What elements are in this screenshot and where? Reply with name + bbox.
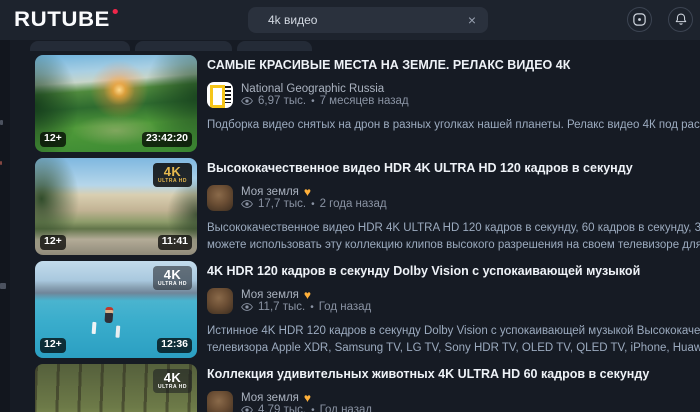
video-age: 2 года назад bbox=[320, 198, 387, 210]
channel-name[interactable]: Моя земля bbox=[241, 289, 299, 301]
age-rating-badge: 12+ bbox=[40, 132, 66, 147]
notifications-button[interactable] bbox=[668, 7, 693, 32]
views-eye-icon bbox=[241, 405, 253, 412]
top-header: RUTUBE × bbox=[0, 0, 700, 40]
channel-avatar-photo[interactable] bbox=[207, 185, 233, 211]
bell-icon bbox=[674, 12, 688, 27]
channel-name[interactable]: Моя земля bbox=[241, 392, 299, 404]
duration-badge: 23:42:20 bbox=[142, 132, 192, 147]
4k-ultra-hd-badge: 4K ULTRA HD bbox=[153, 369, 192, 393]
video-meta: 4,79 тыс. • Год назад bbox=[241, 404, 372, 412]
age-rating-badge: 12+ bbox=[40, 338, 66, 353]
video-title[interactable]: Высококачественное видео HDR 4K ULTRA HD… bbox=[207, 160, 700, 177]
channel-avatar-photo[interactable] bbox=[207, 288, 233, 314]
video-description: Высококачественное видео HDR 4K ULTRA HD… bbox=[207, 220, 700, 254]
channel-row[interactable]: Моя земля ♥ 17,7 тыс. • 2 года назад bbox=[207, 185, 700, 211]
rutube-logo[interactable]: RUTUBE bbox=[14, 8, 117, 32]
description-line: Высококачественное видео HDR 4K ULTRA HD… bbox=[207, 220, 700, 237]
channel-name[interactable]: National Geographic Russia bbox=[241, 83, 384, 95]
video-title[interactable]: 4K HDR 120 кадров в секунду Dolby Vision… bbox=[207, 263, 700, 280]
views-eye-icon bbox=[241, 302, 253, 312]
4k-ultra-hd-badge: 4K ULTRA HD bbox=[153, 266, 192, 290]
description-line: Подборка видео снятых на дрон в разных у… bbox=[207, 117, 700, 134]
video-thumbnail[interactable]: 4K ULTRA HD bbox=[35, 364, 197, 412]
views-count: 11,7 тыс. bbox=[258, 301, 305, 313]
views-count: 6,97 тыс. bbox=[258, 95, 306, 107]
search-results: 12+ 23:42:20 САМЫЕ КРАСИВЫЕ МЕСТА НА ЗЕМ… bbox=[0, 40, 700, 412]
video-meta: 11,7 тыс. • Год назад bbox=[241, 301, 371, 313]
filter-chip[interactable] bbox=[30, 41, 130, 51]
video-age: 7 месяцев назад bbox=[320, 95, 409, 107]
meta-separator: • bbox=[311, 96, 315, 107]
views-count: 4,79 тыс. bbox=[258, 404, 306, 412]
meta-separator: • bbox=[311, 405, 315, 412]
video-card: 4K ULTRA HD 12+ 12:36 4K HDR 120 кадров … bbox=[35, 261, 700, 358]
4k-ultra-hd-badge: 4K ULTRA HD bbox=[153, 163, 192, 187]
channel-avatar-photo[interactable] bbox=[207, 391, 233, 412]
filter-chips-row bbox=[30, 41, 700, 51]
views-eye-icon bbox=[241, 96, 253, 106]
search-bar[interactable]: × bbox=[248, 7, 488, 33]
channel-name[interactable]: Моя земля bbox=[241, 186, 299, 198]
duration-badge: 12:36 bbox=[157, 338, 192, 353]
video-thumbnail[interactable]: 4K ULTRA HD 12+ 12:36 bbox=[35, 261, 197, 358]
filter-chip[interactable] bbox=[237, 41, 312, 51]
meta-separator: • bbox=[311, 199, 315, 210]
rutube-logo-text: RUTUBE bbox=[14, 8, 110, 32]
description-line: Истинное 4K HDR 120 кадров в секунду Dol… bbox=[207, 323, 700, 340]
sidebar-edge-fragment bbox=[0, 283, 6, 289]
filter-chip[interactable] bbox=[135, 41, 232, 51]
video-card: 12+ 23:42:20 САМЫЕ КРАСИВЫЕ МЕСТА НА ЗЕМ… bbox=[35, 55, 700, 152]
video-card: 4K ULTRA HD Коллекция удивительных живот… bbox=[35, 364, 700, 412]
video-description: Истинное 4K HDR 120 кадров в секунду Dol… bbox=[207, 323, 700, 357]
record-camera-icon bbox=[632, 12, 647, 27]
views-eye-icon bbox=[241, 199, 253, 209]
upload-video-button[interactable] bbox=[627, 7, 652, 32]
channel-row[interactable]: Моя земля ♥ 11,7 тыс. • Год назад bbox=[207, 288, 700, 314]
video-age: Год назад bbox=[320, 404, 373, 412]
video-card: 4K ULTRA HD 12+ 11:41 Высококачественное… bbox=[35, 158, 700, 255]
age-rating-badge: 12+ bbox=[40, 235, 66, 250]
description-line: телевизора Apple XDR, Samsung TV, LG TV,… bbox=[207, 340, 700, 357]
search-clear-icon[interactable]: × bbox=[466, 13, 478, 27]
video-description: Подборка видео снятых на дрон в разных у… bbox=[207, 117, 700, 134]
video-title[interactable]: САМЫЕ КРАСИВЫЕ МЕСТА НА ЗЕМЛЕ. РЕЛАКС ВИ… bbox=[207, 57, 700, 74]
meta-separator: • bbox=[310, 302, 314, 313]
sidebar-clipped-edge bbox=[0, 40, 10, 412]
views-count: 17,7 тыс. bbox=[258, 198, 306, 210]
channel-row[interactable]: Моя земля ♥ 4,79 тыс. • Год назад bbox=[207, 391, 700, 412]
channel-avatar-natgeo[interactable] bbox=[207, 82, 233, 108]
video-thumbnail[interactable]: 12+ 23:42:20 bbox=[35, 55, 197, 152]
duration-badge: 11:41 bbox=[158, 235, 192, 250]
yellow-heart-icon: ♥ bbox=[304, 392, 311, 404]
logo-red-dot-icon bbox=[112, 9, 117, 14]
sidebar-edge-fragment bbox=[0, 120, 3, 125]
sidebar-edge-fragment bbox=[0, 161, 2, 165]
yellow-heart-icon: ♥ bbox=[304, 289, 311, 301]
video-meta: 6,97 тыс. • 7 месяцев назад bbox=[241, 95, 409, 107]
description-line: можете использовать эту коллекцию клипов… bbox=[207, 237, 700, 254]
video-meta: 17,7 тыс. • 2 года назад bbox=[241, 198, 387, 210]
header-actions bbox=[627, 7, 693, 32]
video-thumbnail[interactable]: 4K ULTRA HD 12+ 11:41 bbox=[35, 158, 197, 255]
yellow-heart-icon: ♥ bbox=[304, 186, 311, 198]
video-age: Год назад bbox=[319, 301, 372, 313]
search-input[interactable] bbox=[268, 13, 466, 27]
channel-row[interactable]: National Geographic Russia 6,97 тыс. • 7… bbox=[207, 82, 700, 108]
video-title[interactable]: Коллекция удивительных животных 4K ULTRA… bbox=[207, 366, 700, 383]
